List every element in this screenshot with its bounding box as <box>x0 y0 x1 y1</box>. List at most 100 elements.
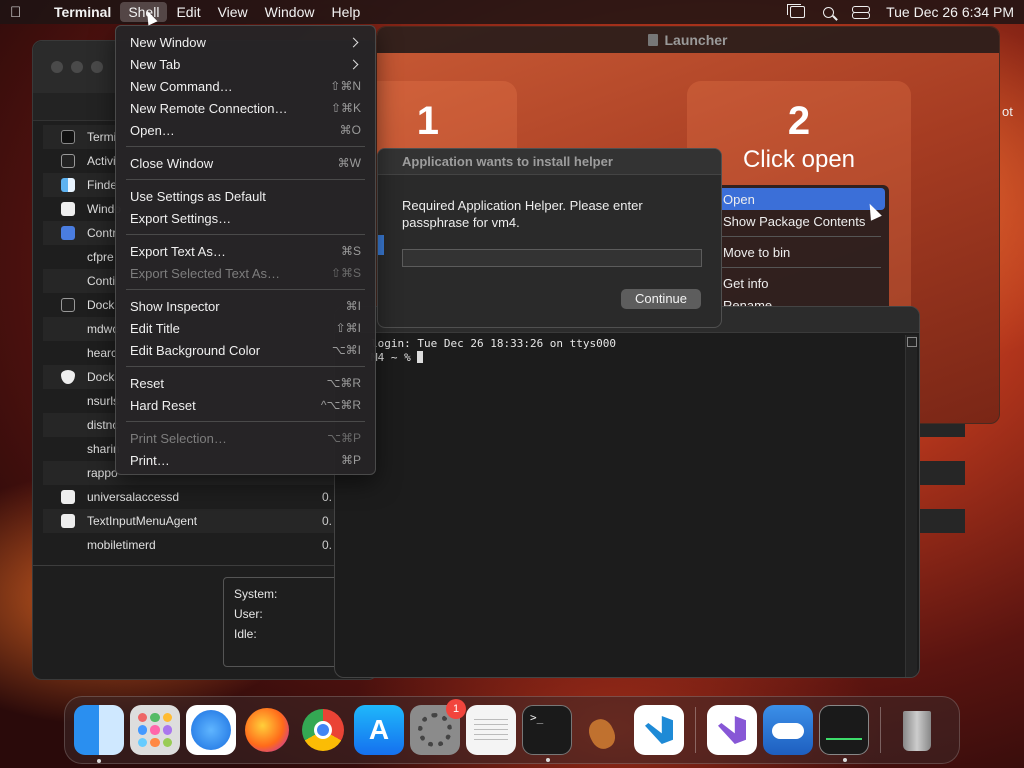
terminal-output[interactable]: login: Tue Dec 26 18:33:26 on ttys000 M4… <box>371 337 899 677</box>
keyboard-shortcut: ⇧⌘N <box>330 79 361 93</box>
safari-icon[interactable] <box>186 705 236 755</box>
context-menu-move-to-bin[interactable]: Move to bin <box>713 241 889 263</box>
shell-menu-item[interactable]: Hard Reset ^⌥⌘R <box>116 394 375 416</box>
close-window-button[interactable] <box>51 61 63 73</box>
passphrase-field[interactable] <box>402 249 702 267</box>
menu-separator <box>126 421 365 422</box>
terminal-window[interactable]: login: Tue Dec 26 18:33:26 on ttys000 M4… <box>334 306 920 678</box>
context-menu-get-info[interactable]: Get info <box>713 272 889 294</box>
apple-menu-icon[interactable]:  <box>10 4 32 21</box>
menu-item-label: Close Window <box>130 155 214 171</box>
shell-menu-item[interactable]: New Window <box>116 31 375 53</box>
keyboard-shortcut: ⌘S <box>340 244 361 258</box>
focus-indicator <box>378 235 384 255</box>
menu-item-label: Open… <box>130 122 175 138</box>
firefox-icon[interactable] <box>242 705 292 755</box>
shell-menu-item[interactable]: Export Settings… <box>116 207 375 229</box>
menu-item-label: New Tab <box>130 56 181 72</box>
menu-item-label: Use Settings as Default <box>130 188 266 204</box>
menu-bar-clock[interactable]: Tue Dec 26 6:34 PM <box>886 4 1014 20</box>
launcher-titlebar[interactable]: Launcher <box>377 27 999 53</box>
text-cursor <box>417 351 424 363</box>
shell-menu-item[interactable]: New Remote Connection… ⇧⌘K <box>116 97 375 119</box>
terminal-icon[interactable] <box>522 705 572 762</box>
shell-menu-item[interactable]: Open… ⌘O <box>116 119 375 141</box>
shell-menu-item[interactable]: New Tab <box>116 53 375 75</box>
terminal-prompt: M4 ~ % <box>371 351 418 364</box>
step-1-number: 1 <box>416 99 439 143</box>
shell-menu-item[interactable]: New Command… ⇧⌘N <box>116 75 375 97</box>
process-name: mobiletimerd <box>87 538 156 552</box>
finder-icon[interactable] <box>74 705 124 763</box>
dock-separator <box>880 707 881 753</box>
shell-menu-item[interactable]: Use Settings as Default <box>116 185 375 207</box>
menu-window[interactable]: Window <box>257 2 323 22</box>
process-cpu-value: 0. <box>322 538 333 552</box>
weather-icon[interactable] <box>763 705 813 755</box>
menu-item-label: Export Selected Text As… <box>130 265 281 281</box>
control-center-icon[interactable] <box>852 5 871 19</box>
terminal-scrollbar[interactable] <box>905 335 917 677</box>
context-menu-open[interactable]: Open <box>717 188 885 210</box>
textedit-icon[interactable] <box>466 705 516 755</box>
visual-studio-icon[interactable] <box>707 705 757 755</box>
blank-icon <box>61 250 75 264</box>
menu-item-label: New Window <box>130 34 206 50</box>
keyboard-shortcut: ⇧⌘I <box>335 321 361 335</box>
blank-icon <box>61 466 75 480</box>
chrome-icon[interactable] <box>298 705 348 755</box>
blank-icon <box>61 394 75 408</box>
launcher-title: Launcher <box>664 32 728 48</box>
chevron-right-icon <box>348 59 359 69</box>
menu-item-label: Export Text As… <box>130 243 226 259</box>
keyboard-shortcut: ⌥⌘R <box>326 376 362 390</box>
screen-mirroring-icon[interactable] <box>787 4 806 18</box>
shell-menu-item[interactable]: Edit Background Color ⌥⌘I <box>116 339 375 361</box>
control-center-icon <box>61 226 75 240</box>
menu-app-name[interactable]: Terminal <box>46 2 119 22</box>
partial-label: ot <box>1002 104 1013 119</box>
shell-menu-item[interactable]: Export Text As… ⌘S <box>116 240 375 262</box>
dialog-title: Application wants to install helper <box>378 149 721 175</box>
shell-menu-item[interactable]: Print… ⌘P <box>116 449 375 471</box>
shell-menu-item: Export Selected Text As… ⇧⌘S <box>116 262 375 284</box>
menu-item-label: Edit Background Color <box>130 342 261 358</box>
shell-menu-item[interactable]: Show Inspector ⌘I <box>116 295 375 317</box>
shell-menu-item[interactable]: Close Window ⌘W <box>116 152 375 174</box>
blank-icon <box>61 538 75 552</box>
shell-menu-item[interactable]: Edit Title ⇧⌘I <box>116 317 375 339</box>
spotlight-search-icon[interactable] <box>823 6 835 18</box>
menu-edit[interactable]: Edit <box>168 2 208 22</box>
activity-monitor-icon <box>61 154 75 168</box>
menu-item-label: Edit Title <box>130 320 180 336</box>
split-pane-icon[interactable] <box>907 337 917 347</box>
system-settings-icon[interactable]: 1 <box>410 699 466 755</box>
minimize-window-button[interactable] <box>71 61 83 73</box>
trash-icon[interactable] <box>892 705 942 755</box>
install-helper-dialog: Application wants to install helper Requ… <box>377 148 722 328</box>
menu-help[interactable]: Help <box>323 2 368 22</box>
app-store-icon[interactable] <box>354 705 404 755</box>
menu-bar-extras: Tue Dec 26 6:34 PM <box>787 4 1014 20</box>
menu-item-label: Print… <box>130 452 170 468</box>
document-icon <box>648 34 659 46</box>
step-2-number: 2 <box>787 99 811 143</box>
process-cpu-value: 0. <box>322 490 333 504</box>
garageband-icon[interactable] <box>578 705 628 755</box>
launchpad-icon[interactable] <box>130 705 180 755</box>
footer-divider <box>33 565 377 566</box>
menu-separator <box>126 234 365 235</box>
chevron-right-icon <box>348 37 359 47</box>
zoom-window-button[interactable] <box>91 61 103 73</box>
menu-view[interactable]: View <box>210 2 256 22</box>
app-icon <box>61 514 75 528</box>
continue-button[interactable]: Continue <box>621 289 701 309</box>
window-icon <box>61 202 75 216</box>
keyboard-shortcut: ^⌥⌘R <box>320 398 361 412</box>
activity-monitor-icon[interactable] <box>819 705 869 762</box>
keyboard-shortcut: ⌘P <box>340 453 361 467</box>
shell-menu-item[interactable]: Reset ⌥⌘R <box>116 372 375 394</box>
context-menu-show-package-contents[interactable]: Show Package Contents <box>713 210 889 232</box>
vscode-icon[interactable] <box>634 705 684 755</box>
keyboard-shortcut: ⌘O <box>339 123 361 137</box>
